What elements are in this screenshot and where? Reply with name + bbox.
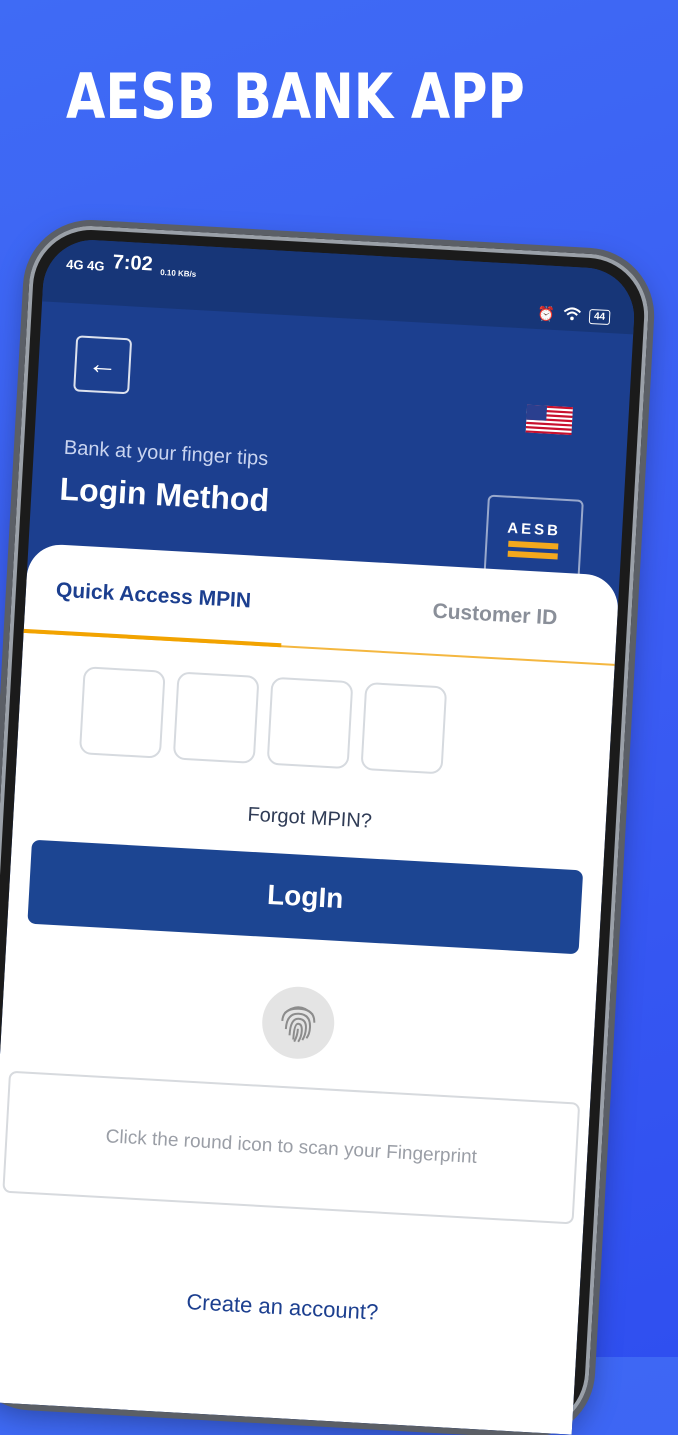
us-flag-icon[interactable] <box>525 404 574 436</box>
create-account-link[interactable]: Create an account? <box>0 1278 579 1337</box>
tagline: Bank at your finger tips <box>63 436 269 471</box>
back-button[interactable]: ← <box>73 335 133 395</box>
promo-headline: AESB BANK APP <box>66 60 525 133</box>
logo-bar <box>507 550 558 560</box>
status-left: 4G 4G 7:02 0.10 KB/s <box>66 249 197 279</box>
battery-icon: 44 <box>588 308 611 326</box>
tab-quick-access-mpin[interactable]: Quick Access MPIN <box>55 579 251 614</box>
logo-bar <box>508 540 559 550</box>
wifi-icon <box>563 306 582 324</box>
page-title: Login Method <box>58 470 271 519</box>
status-time: 7:02 <box>112 251 154 276</box>
logo-text: AESB <box>506 519 562 540</box>
login-card: Quick Access MPIN Customer ID Forgot MPI… <box>0 542 620 1435</box>
network-speed: 0.10 KB/s <box>159 267 197 279</box>
app-screen: 4G 4G 7:02 0.10 KB/s ⏰ 44 ← Bank at your… <box>0 237 637 1435</box>
arrow-left-icon: ← <box>86 347 119 382</box>
mpin-digit-3[interactable] <box>266 676 354 770</box>
fingerprint-icon[interactable] <box>260 984 337 1061</box>
phone-mockup: 4G 4G 7:02 0.10 KB/s ⏰ 44 ← Bank at your… <box>0 222 652 1435</box>
mpin-digit-4[interactable] <box>360 681 448 775</box>
login-button[interactable]: LogIn <box>27 839 584 955</box>
fingerprint-hint: Click the round icon to scan your Finger… <box>2 1070 581 1225</box>
status-right: ⏰ 44 <box>537 305 611 326</box>
forgot-mpin-link[interactable]: Forgot MPIN? <box>13 791 605 847</box>
tab-customer-id[interactable]: Customer ID <box>432 600 558 631</box>
network-indicator: 4G 4G <box>65 256 105 274</box>
tab-active-indicator <box>23 628 282 648</box>
mpin-digit-2[interactable] <box>172 671 260 764</box>
mpin-inputs <box>78 666 448 775</box>
alarm-icon: ⏰ <box>537 305 556 322</box>
mpin-digit-1[interactable] <box>78 666 166 759</box>
